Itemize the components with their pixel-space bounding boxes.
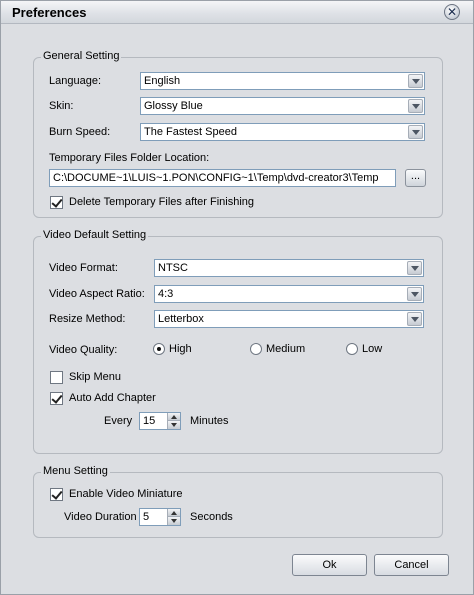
burn-speed-dropdown[interactable]: The Fastest Speed [140, 123, 425, 141]
language-value: English [144, 75, 181, 87]
temp-folder-label: Temporary Files Folder Location: [49, 152, 210, 164]
skin-dropdown[interactable]: Glossy Blue [140, 97, 425, 115]
aspect-ratio-value: 4:3 [158, 288, 174, 300]
auto-chapter-checkbox[interactable] [50, 392, 63, 405]
menu-setting-group: Menu Setting [33, 465, 443, 538]
quality-low-label: Low [362, 343, 383, 355]
auto-chapter-label: Auto Add Chapter [69, 392, 156, 404]
aspect-ratio-dropdown[interactable]: 4:3 [154, 285, 424, 303]
chevron-down-icon[interactable] [408, 74, 423, 88]
skin-value: Glossy Blue [144, 100, 203, 112]
enable-miniature-checkbox[interactable] [50, 488, 63, 501]
skip-menu-checkbox[interactable] [50, 371, 63, 384]
general-setting-title: General Setting [41, 50, 122, 62]
quality-high-label: High [169, 343, 192, 355]
video-quality-label: Video Quality: [49, 344, 118, 356]
every-label: Every [104, 415, 133, 427]
quality-medium-radio[interactable] [250, 343, 262, 355]
menu-setting-title: Menu Setting [41, 465, 110, 477]
language-dropdown[interactable]: English [140, 72, 425, 90]
enable-miniature-label: Enable Video Miniature [69, 488, 183, 500]
chevron-down-icon[interactable] [408, 125, 423, 139]
quality-low-radio[interactable] [346, 343, 358, 355]
resize-method-value: Letterbox [158, 313, 204, 325]
language-label: Language: [49, 75, 101, 87]
chapter-interval-value: 15 [143, 415, 156, 427]
chevron-down-icon[interactable] [407, 287, 422, 301]
video-duration-stepper[interactable]: 5 [139, 508, 181, 526]
seconds-label: Seconds [190, 511, 233, 523]
browse-button[interactable]: ... [405, 169, 426, 187]
video-setting-title: Video Default Setting [41, 229, 149, 241]
ok-button[interactable]: Ok [292, 554, 367, 576]
video-format-label: Video Format: [49, 262, 118, 274]
close-icon: ✕ [446, 5, 458, 19]
video-format-value: NTSC [158, 262, 188, 274]
burn-speed-value: The Fastest Speed [144, 126, 237, 138]
stepper-down-icon[interactable] [167, 517, 180, 525]
burn-speed-label: Burn Speed: [49, 126, 111, 138]
preferences-dialog: Preferences ✕ General Setting Language: … [0, 0, 474, 595]
minutes-label: Minutes [190, 415, 229, 427]
quality-medium-label: Medium [266, 343, 306, 355]
close-button[interactable]: ✕ [444, 4, 460, 20]
chevron-down-icon[interactable] [408, 99, 423, 113]
temp-folder-input[interactable]: C:\DOCUME~1\LUIS~1.PON\CONFIG~1\Temp\dvd… [49, 169, 396, 187]
chapter-interval-stepper[interactable]: 15 [139, 412, 181, 430]
temp-folder-value: C:\DOCUME~1\LUIS~1.PON\CONFIG~1\Temp\dvd… [53, 172, 379, 184]
stepper-up-icon[interactable] [167, 509, 180, 517]
video-format-dropdown[interactable]: NTSC [154, 259, 424, 277]
delete-temp-label: Delete Temporary Files after Finishing [69, 196, 255, 208]
resize-method-dropdown[interactable]: Letterbox [154, 310, 424, 328]
quality-high-radio[interactable] [153, 343, 165, 355]
video-duration-label: Video Duration [64, 511, 137, 523]
stepper-up-icon[interactable] [167, 413, 180, 421]
skin-label: Skin: [49, 100, 74, 112]
title-bar[interactable]: Preferences ✕ [1, 1, 473, 24]
window-title: Preferences [12, 5, 87, 20]
stepper-down-icon[interactable] [167, 421, 180, 429]
chevron-down-icon[interactable] [407, 261, 422, 275]
aspect-ratio-label: Video Aspect Ratio: [49, 288, 145, 300]
delete-temp-checkbox[interactable] [50, 196, 63, 209]
chevron-down-icon[interactable] [407, 312, 422, 326]
cancel-button[interactable]: Cancel [374, 554, 449, 576]
video-duration-value: 5 [143, 511, 150, 523]
skip-menu-label: Skip Menu [69, 371, 121, 383]
resize-method-label: Resize Method: [49, 313, 126, 325]
